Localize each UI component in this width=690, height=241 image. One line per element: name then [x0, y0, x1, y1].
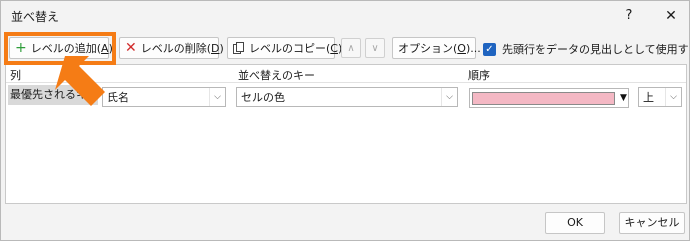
dropdown-triangle-icon: ▼ [620, 93, 627, 103]
column-header: 列 [10, 69, 21, 82]
chevron-down-icon: ⌵ [209, 88, 225, 106]
sort-on-header: 並べ替えのキー [238, 69, 315, 82]
copy-icon [233, 41, 245, 55]
title-bar: 並べ替え ? ✕ [1, 1, 689, 29]
cancel-button[interactable]: キャンセル [619, 212, 685, 234]
close-button[interactable]: ✕ [661, 6, 681, 26]
order-color-select[interactable]: ▼ [469, 88, 629, 108]
delete-level-button[interactable]: ✕ レベルの削除(D) [119, 37, 224, 59]
callout-arrow-icon [55, 56, 105, 106]
copy-level-button[interactable]: レベルのコピー(C) [227, 37, 342, 59]
options-button[interactable]: オプション(O)... [392, 37, 481, 59]
chevron-down-icon: ⌵ [441, 88, 457, 106]
delete-x-icon: ✕ [125, 40, 137, 56]
checkmark-icon: ✓ [483, 42, 496, 56]
position-select[interactable]: 上 ⌵ [638, 87, 682, 107]
move-up-button[interactable]: ∧ [341, 38, 361, 58]
move-down-button[interactable]: ∨ [365, 38, 385, 58]
sort-dialog: 並べ替え ? ✕ + レベルの追加(A) ✕ レベルの削除(D) レベルのコピー… [0, 0, 690, 241]
help-button[interactable]: ? [619, 6, 639, 26]
dialog-title: 並べ替え [11, 10, 60, 24]
order-header: 順序 [468, 69, 490, 82]
ok-button[interactable]: OK [545, 212, 605, 234]
column-select[interactable]: 氏名 ⌵ [102, 87, 226, 107]
chevron-down-icon: ⌵ [665, 88, 681, 106]
sort-on-select[interactable]: セルの色 ⌵ [236, 87, 458, 107]
header-row-checkbox[interactable]: ✓ 先頭行をデータの見出しとして使用する(H) [483, 41, 690, 57]
color-swatch [472, 92, 615, 105]
